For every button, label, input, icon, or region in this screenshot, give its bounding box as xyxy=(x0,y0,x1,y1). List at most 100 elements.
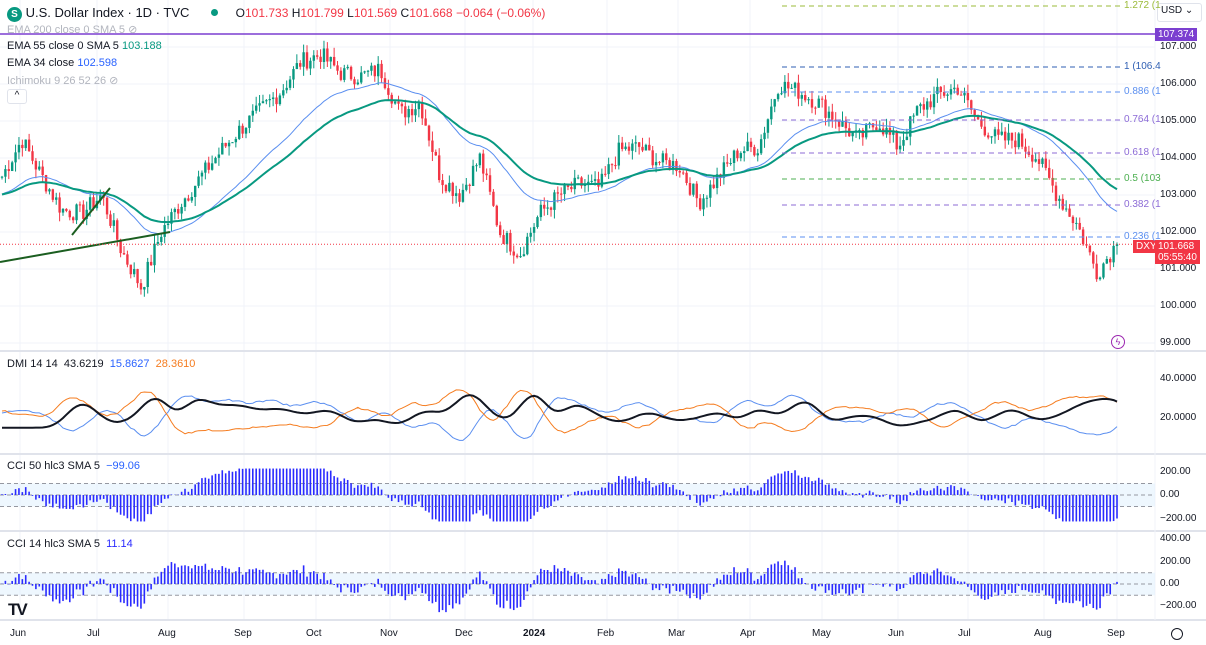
candle-body xyxy=(1092,252,1095,264)
candle-body xyxy=(177,209,180,214)
candle-body xyxy=(654,161,658,166)
candle-body xyxy=(644,144,648,151)
candle-body xyxy=(820,98,824,100)
legend-ema200[interactable]: EMA 200 close 0 SMA 5 ⊘ xyxy=(7,23,137,36)
candle-body xyxy=(536,217,539,228)
candle-body xyxy=(1003,131,1007,141)
price-axis-label: 103.000 xyxy=(1160,189,1197,200)
candle-body xyxy=(400,103,404,107)
candle-body xyxy=(478,153,482,166)
legend-cci14[interactable]: CCI 14 hlc3 SMA 5 11.14 xyxy=(7,538,133,550)
symbol-title[interactable]: U.S. Dollar Index · 1D · TVC xyxy=(26,5,190,20)
candle-body xyxy=(956,87,959,95)
candle-body xyxy=(75,204,78,221)
cci14-axis-label: 0.00 xyxy=(1160,578,1180,589)
candle-body xyxy=(790,87,793,89)
ichimoku-label: Ichimoku 9 26 52 26 xyxy=(7,75,107,87)
settings-gear-icon[interactable] xyxy=(1171,628,1183,640)
c-label: C xyxy=(400,6,410,20)
legend-dmi[interactable]: DMI 14 14 43.6219 15.8627 28.3610 xyxy=(7,358,195,370)
candle-body xyxy=(210,163,214,170)
candle-body xyxy=(410,108,414,116)
bar-countdown: 05:55:40 xyxy=(1158,252,1197,263)
candle-body xyxy=(1061,198,1064,210)
candle-body xyxy=(780,93,783,95)
candle-body xyxy=(732,150,736,164)
candle-body xyxy=(946,94,949,96)
candle-body xyxy=(265,100,268,102)
close-value: 101.668 xyxy=(409,6,453,20)
candle-body xyxy=(275,97,278,105)
candle-body xyxy=(116,220,119,240)
candle-body xyxy=(685,172,688,183)
cci14-label: CCI 14 hlc3 SMA 5 xyxy=(7,538,100,550)
price-axis-label: 102.000 xyxy=(1160,226,1197,237)
candle-body xyxy=(387,88,390,95)
candle-body xyxy=(990,136,993,138)
candle-body xyxy=(7,169,10,172)
candle-body xyxy=(217,154,221,158)
candle-body xyxy=(895,132,898,150)
candle-body xyxy=(559,193,563,195)
candle-body xyxy=(763,132,766,140)
candle-body xyxy=(136,269,139,284)
collapse-legend-button[interactable]: ^ xyxy=(7,89,27,104)
legend-ema34[interactable]: EMA 34 close 102.598 xyxy=(7,57,117,69)
candle-body xyxy=(620,142,624,150)
candle-body xyxy=(709,184,712,198)
hidden-eye-icon[interactable]: ⊘ xyxy=(109,75,118,87)
candle-body xyxy=(692,183,695,195)
candle-body xyxy=(987,135,990,138)
candle-body xyxy=(1031,154,1034,162)
candle-body xyxy=(1048,167,1051,178)
time-axis-label: Apr xyxy=(740,628,756,639)
candle-body xyxy=(831,111,834,120)
candle-body xyxy=(1071,216,1075,224)
candle-body xyxy=(563,184,566,195)
candle-body xyxy=(1058,198,1061,201)
ema34-value: 102.598 xyxy=(77,57,118,69)
candle-body xyxy=(648,144,651,151)
candle-body xyxy=(502,235,505,245)
candle-body xyxy=(1088,245,1092,253)
candle-body xyxy=(892,132,895,135)
candle-body xyxy=(380,63,383,79)
change-value: −0.064 (−0.06%) xyxy=(455,6,546,20)
candle-body xyxy=(543,204,546,209)
last-price: 101.668 xyxy=(1158,241,1195,252)
candle-body xyxy=(1112,245,1115,263)
legend-ichimoku[interactable]: Ichimoku 9 26 52 26 ⊘ xyxy=(7,74,118,87)
candle-body xyxy=(1010,132,1014,141)
chart-canvas[interactable] xyxy=(0,0,1206,645)
time-axis-label: Jun xyxy=(10,628,27,639)
candle-body xyxy=(190,196,193,201)
ema55-label: EMA 55 close 0 SMA 5 xyxy=(7,40,119,52)
candle-body xyxy=(322,48,326,62)
candle-body xyxy=(698,198,702,210)
symbol-header: S U.S. Dollar Index · 1D · TVC O101.733 … xyxy=(7,5,545,22)
legend-ema55[interactable]: EMA 55 close 0 SMA 5 103.188 xyxy=(7,40,162,52)
currency-select[interactable]: USD ⌄ xyxy=(1157,3,1202,22)
candle-body xyxy=(661,153,665,163)
candle-body xyxy=(898,145,902,150)
candle-body xyxy=(180,206,183,214)
candle-body xyxy=(512,251,515,256)
candle-body xyxy=(871,123,875,128)
candle-body xyxy=(1041,158,1044,164)
time-axis-label: Sep xyxy=(234,628,252,639)
candle-body xyxy=(356,82,360,85)
candle-body xyxy=(678,171,682,173)
candle-body xyxy=(1105,258,1109,264)
lightning-icon[interactable]: ϟ xyxy=(1111,335,1125,349)
candle-body xyxy=(749,141,753,148)
hidden-eye-icon[interactable]: ⊘ xyxy=(128,24,137,36)
price-axis-label: 107.000 xyxy=(1160,41,1197,52)
time-axis-label: May xyxy=(812,628,831,639)
legend-cci50[interactable]: CCI 50 hlc3 SMA 5 −99.06 xyxy=(7,460,140,472)
time-axis-label: Jun xyxy=(888,628,905,639)
tradingview-logo[interactable]: TV xyxy=(8,600,28,620)
candle-body xyxy=(109,214,112,226)
trendline xyxy=(0,231,171,263)
time-axis-label: Feb xyxy=(597,628,615,639)
candle-body xyxy=(353,79,356,85)
